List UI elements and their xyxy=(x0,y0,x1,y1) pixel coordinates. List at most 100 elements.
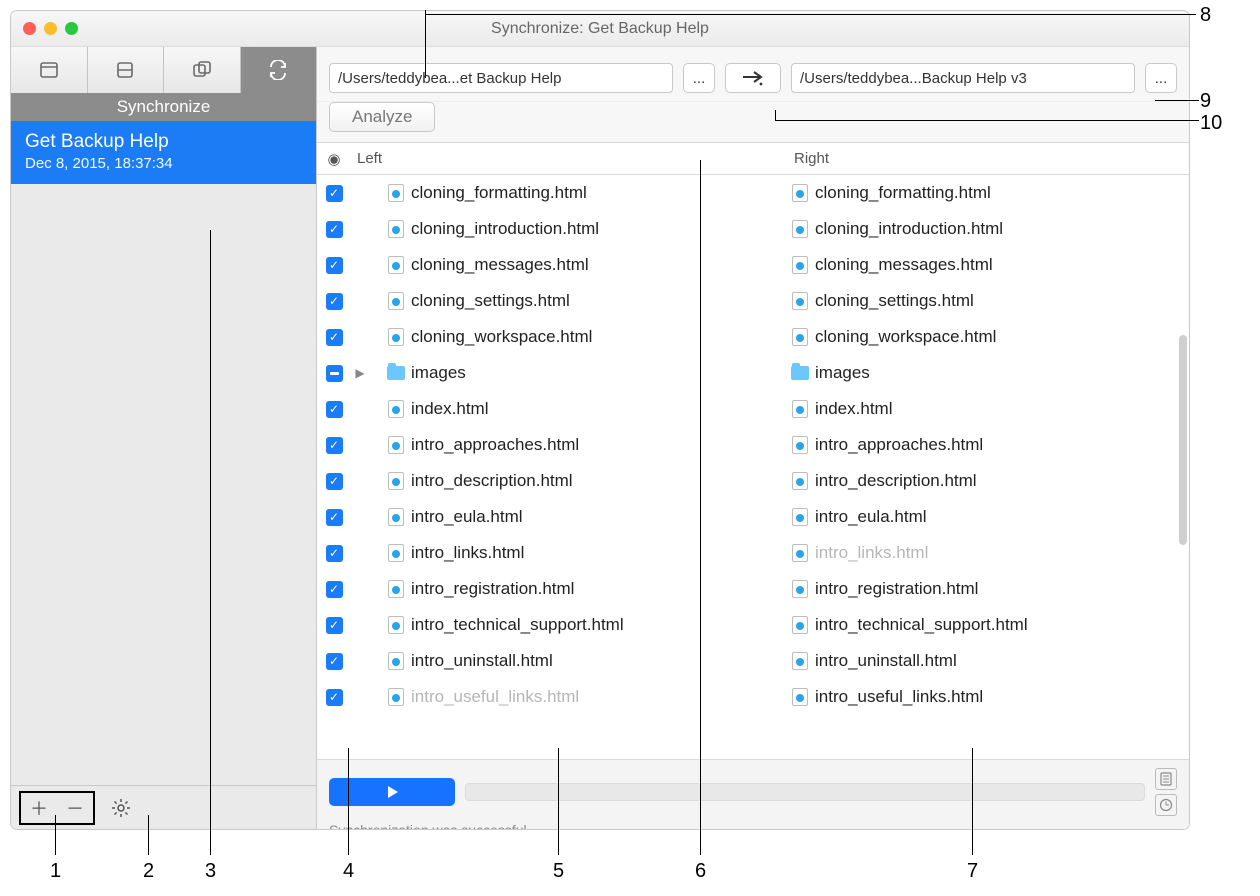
file-icon xyxy=(388,256,404,274)
remove-button[interactable]: － xyxy=(57,793,93,823)
file-icon xyxy=(388,400,404,418)
row-checkbox[interactable]: ✓ xyxy=(326,293,343,310)
file-icon xyxy=(388,544,404,562)
tab-archive[interactable] xyxy=(88,47,165,93)
right-filename: cloning_workspace.html xyxy=(815,327,996,347)
table-row[interactable]: ✓ cloning_introduction.html cloning_introd… xyxy=(317,211,1189,247)
table-row[interactable]: ▶imagesimages xyxy=(317,355,1189,391)
row-checkbox[interactable]: ✓ xyxy=(326,689,343,706)
row-checkbox[interactable]: ✓ xyxy=(326,617,343,634)
sidebar: Synchronize Get Backup Help Dec 8, 2015,… xyxy=(11,47,317,829)
file-icon xyxy=(388,472,404,490)
file-icon xyxy=(792,328,808,346)
table-row[interactable]: ✓cloning_workspace.htmlcloning_workspace… xyxy=(317,319,1189,355)
file-icon xyxy=(792,256,808,274)
file-icon xyxy=(792,544,808,562)
scrollbar[interactable] xyxy=(1179,335,1187,545)
annot-5: 5 xyxy=(553,860,564,883)
left-filename: intro_links.html xyxy=(411,543,524,563)
table-row[interactable]: ✓ intro_registration.html intro_registrati… xyxy=(317,571,1189,607)
left-filename: intro_eula.html xyxy=(411,507,523,527)
left-filename: intro_registration.html xyxy=(411,579,574,599)
row-checkbox[interactable]: ✓ xyxy=(326,437,343,454)
left-filename: intro_description.html xyxy=(411,471,573,491)
row-checkbox[interactable]: ✓ xyxy=(326,581,343,598)
row-checkbox[interactable]: ✓ xyxy=(326,257,343,274)
row-checkbox[interactable]: ✓ xyxy=(326,329,343,346)
annot-6: 6 xyxy=(695,860,706,883)
header-select-all[interactable]: ◉ xyxy=(317,150,351,168)
table-row[interactable]: ✓cloning_messages.htmlcloning_messages.h… xyxy=(317,247,1189,283)
sidebar-footer: ＋ － xyxy=(11,785,316,829)
column-headers: ◉ Left Right xyxy=(317,143,1189,175)
window-title: Synchronize: Get Backup Help xyxy=(11,20,1189,38)
tab-backup[interactable] xyxy=(11,47,88,93)
table-row[interactable]: ✓ intro_links.html intro_links.html xyxy=(317,535,1189,571)
main-panel: /Users/teddybea...et Backup Help ... /Us… xyxy=(317,47,1189,829)
file-icon xyxy=(388,652,404,670)
progress-bar xyxy=(465,783,1145,801)
right-filename: intro_description.html xyxy=(815,471,977,491)
path-row: /Users/teddybea...et Backup Help ... /Us… xyxy=(317,47,1189,102)
left-filename: images xyxy=(411,363,466,383)
table-row[interactable]: ✓cloning_settings.htmlcloning_settings.h… xyxy=(317,283,1189,319)
table-row[interactable]: ✓intro_technical_support.htmlintro_techn… xyxy=(317,607,1189,643)
table-row[interactable]: ✓index.htmlindex.html xyxy=(317,391,1189,427)
left-path-browse[interactable]: ... xyxy=(683,63,715,93)
file-icon xyxy=(792,580,808,598)
right-filename: cloning_introduction.html xyxy=(815,219,1003,239)
right-filename: index.html xyxy=(815,399,892,419)
file-icon xyxy=(792,652,808,670)
right-filename: intro_uninstall.html xyxy=(815,651,957,671)
schedule-button[interactable] xyxy=(1155,794,1177,816)
table-row[interactable]: ✓ intro_uninstall.html intro_uninstall.htm… xyxy=(317,643,1189,679)
right-filename: intro_eula.html xyxy=(815,507,927,527)
project-item[interactable]: Get Backup Help Dec 8, 2015, 18:37:34 xyxy=(11,121,316,184)
table-row[interactable]: ✓cloning_formatting.htmlcloning_formatti… xyxy=(317,175,1189,211)
annot-10: 10 xyxy=(1200,112,1222,135)
table-row[interactable]: ✓intro_approaches.htmlintro_approaches.h… xyxy=(317,427,1189,463)
mode-tabs xyxy=(11,47,316,93)
row-checkbox[interactable]: ✓ xyxy=(326,185,343,202)
row-checkbox[interactable]: ✓ xyxy=(326,509,343,526)
folder-icon xyxy=(387,366,405,380)
file-icon xyxy=(388,436,404,454)
tab-clone[interactable] xyxy=(164,47,241,93)
right-path-field[interactable]: /Users/teddybea...Backup Help v3 xyxy=(791,63,1135,93)
right-filename: cloning_formatting.html xyxy=(815,183,991,203)
right-path-browse[interactable]: ... xyxy=(1145,63,1177,93)
annot-4: 4 xyxy=(343,860,354,883)
row-checkbox[interactable]: ✓ xyxy=(326,221,343,238)
right-filename: intro_registration.html xyxy=(815,579,978,599)
table-row[interactable]: ✓ intro_eula.html intro_eula.html xyxy=(317,499,1189,535)
header-left[interactable]: Left xyxy=(351,150,752,167)
row-checkbox[interactable]: ✓ xyxy=(326,401,343,418)
file-icon xyxy=(792,616,808,634)
table-row[interactable]: ✓ intro_description.html intro_description… xyxy=(317,463,1189,499)
row-checkbox[interactable]: ✓ xyxy=(326,653,343,670)
right-filename: intro_links.html xyxy=(815,543,928,563)
row-checkbox[interactable]: ✓ xyxy=(326,473,343,490)
project-list: Get Backup Help Dec 8, 2015, 18:37:34 xyxy=(11,121,316,785)
analyze-button[interactable]: Analyze xyxy=(329,102,435,132)
row-checkbox[interactable]: ✓ xyxy=(326,545,343,562)
log-button[interactable] xyxy=(1155,768,1177,790)
annot-3: 3 xyxy=(205,860,216,883)
annot-2: 2 xyxy=(143,860,154,883)
left-path-field[interactable]: /Users/teddybea...et Backup Help xyxy=(329,63,673,93)
file-icon xyxy=(792,472,808,490)
settings-button[interactable] xyxy=(103,793,139,823)
header-right[interactable]: Right xyxy=(788,150,1189,167)
left-filename: cloning_settings.html xyxy=(411,291,570,311)
table-row[interactable]: ✓intro_useful_links.htmlintro_useful_lin… xyxy=(317,679,1189,715)
left-filename: cloning_messages.html xyxy=(411,255,589,275)
left-filename: cloning_introduction.html xyxy=(411,219,599,239)
file-rows: ✓cloning_formatting.htmlcloning_formatti… xyxy=(317,175,1189,759)
tab-synchronize[interactable] xyxy=(241,47,317,93)
left-filename: intro_uninstall.html xyxy=(411,651,553,671)
add-button[interactable]: ＋ xyxy=(21,793,57,823)
direction-button[interactable] xyxy=(725,63,781,93)
file-icon xyxy=(792,400,808,418)
right-filename: intro_technical_support.html xyxy=(815,615,1028,635)
row-checkbox[interactable] xyxy=(326,365,343,382)
